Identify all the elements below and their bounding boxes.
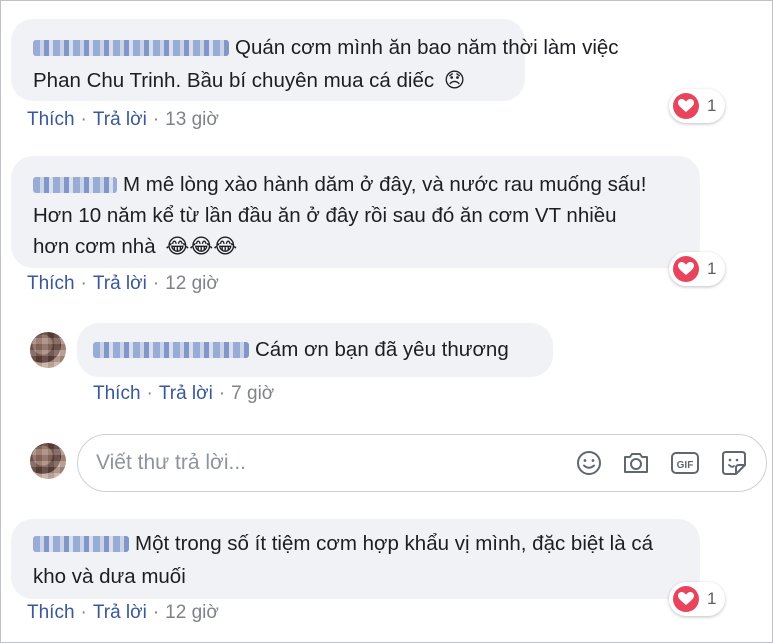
author-name[interactable] [33,40,229,56]
comment-bubble: Quán cơm mình ăn bao năm thời làm việc P… [11,19,619,101]
comment-text-line: Quán cơm mình ăn bao năm thời làm việc [33,31,619,64]
comment-text-line: Phan Chu Trinh. Bầu bí chuyên mua cá diế… [33,64,509,97]
comment-text-line: Một trong số ít tiệm cơm hợp khẩu vị mìn… [33,527,684,560]
author-name[interactable] [33,177,117,193]
reaction-count: 1 [707,259,717,278]
reply-link[interactable]: Trả lời [159,383,213,404]
reaction-badge[interactable]: 1 [669,582,725,616]
heart-icon [673,586,699,612]
reply-link[interactable]: Trả lời [93,273,147,294]
gif-icon[interactable]: GIF [670,448,700,478]
separator: · [152,273,160,294]
reaction-count: 1 [707,589,717,608]
timestamp[interactable]: 12 giờ [165,602,219,623]
comment-text: M mê lòng xào hành dăm ở đây, và nước ra… [123,173,647,196]
separator: · [152,109,160,130]
comment-text-line: M mê lòng xào hành dăm ở đây, và nước ra… [33,168,684,199]
reply-link[interactable]: Trả lời [93,602,147,623]
comment-text-line: Cám ơn bạn đã yêu thương [93,333,537,366]
separator: · [80,109,87,130]
like-link[interactable]: Thích [93,383,141,404]
svg-text:GIF: GIF [677,460,694,471]
reaction-count: 1 [707,96,717,115]
comment-text: Cám ơn bạn đã yêu thương [255,338,509,361]
timestamp[interactable]: 12 giờ [165,273,219,294]
author-name[interactable] [93,342,249,358]
comment-actions: Thích · Trả lời · 12 giờ [27,273,219,295]
separator: · [218,383,226,404]
laughing-emoji-icon: 😂😂😂 [165,235,238,258]
comment-text: Quán cơm mình ăn bao năm thời làm việc [235,36,619,59]
like-link[interactable]: Thích [27,273,75,294]
comment-bubble: Cám ơn bạn đã yêu thương [77,323,553,377]
current-user-avatar[interactable] [30,443,66,479]
comment-text-line: Hơn 10 năm kể từ lần đầu ăn ở đây rồi sa… [33,199,684,230]
comment-thread: Quán cơm mình ăn bao năm thời làm việc P… [0,0,773,643]
heart-icon [673,256,699,282]
avatar[interactable] [30,332,66,368]
comment-text: kho và dưa muối [33,565,186,588]
separator: · [146,383,153,404]
comment-actions: Thích · Trả lời · 7 giờ [93,383,274,405]
separator: · [80,273,87,294]
comment-actions: Thích · Trả lời · 13 giờ [27,109,219,131]
like-link[interactable]: Thích [27,109,75,130]
emoji-icon[interactable] [574,448,604,478]
heart-icon [673,93,699,119]
reaction-badge[interactable]: 1 [669,252,725,286]
comment-text: Một trong số ít tiệm cơm hợp khẩu vị mìn… [135,532,653,555]
comment-text: Phan Chu Trinh. Bầu bí chuyên mua cá diế… [33,69,435,92]
reply-link[interactable]: Trả lời [93,109,147,130]
comment-text: Hơn 10 năm kể từ lần đầu ăn ở đây rồi sa… [33,204,617,227]
comment-text: hơn cơm nhà [33,235,156,258]
timestamp[interactable]: 7 giờ [231,383,274,404]
sad-emoji-icon: 😞 [443,69,466,92]
comment-text-line: hơn cơm nhà 😂😂😂 [33,230,684,261]
comment-bubble: Một trong số ít tiệm cơm hợp khẩu vị mìn… [11,519,700,599]
separator: · [152,602,160,623]
reply-input[interactable] [96,435,556,491]
comment-text-line: kho và dưa muối [33,560,684,593]
sticker-icon[interactable] [719,448,749,478]
reaction-badge[interactable]: 1 [669,89,725,123]
camera-icon[interactable] [621,448,651,478]
timestamp[interactable]: 13 giờ [165,109,219,130]
like-link[interactable]: Thích [27,602,75,623]
comment-bubble: M mê lòng xào hành dăm ở đây, và nước ra… [11,156,700,268]
author-name[interactable] [33,536,129,552]
separator: · [80,602,87,623]
comment-actions: Thích · Trả lời · 12 giờ [27,602,219,624]
reply-composer: GIF [77,434,767,492]
